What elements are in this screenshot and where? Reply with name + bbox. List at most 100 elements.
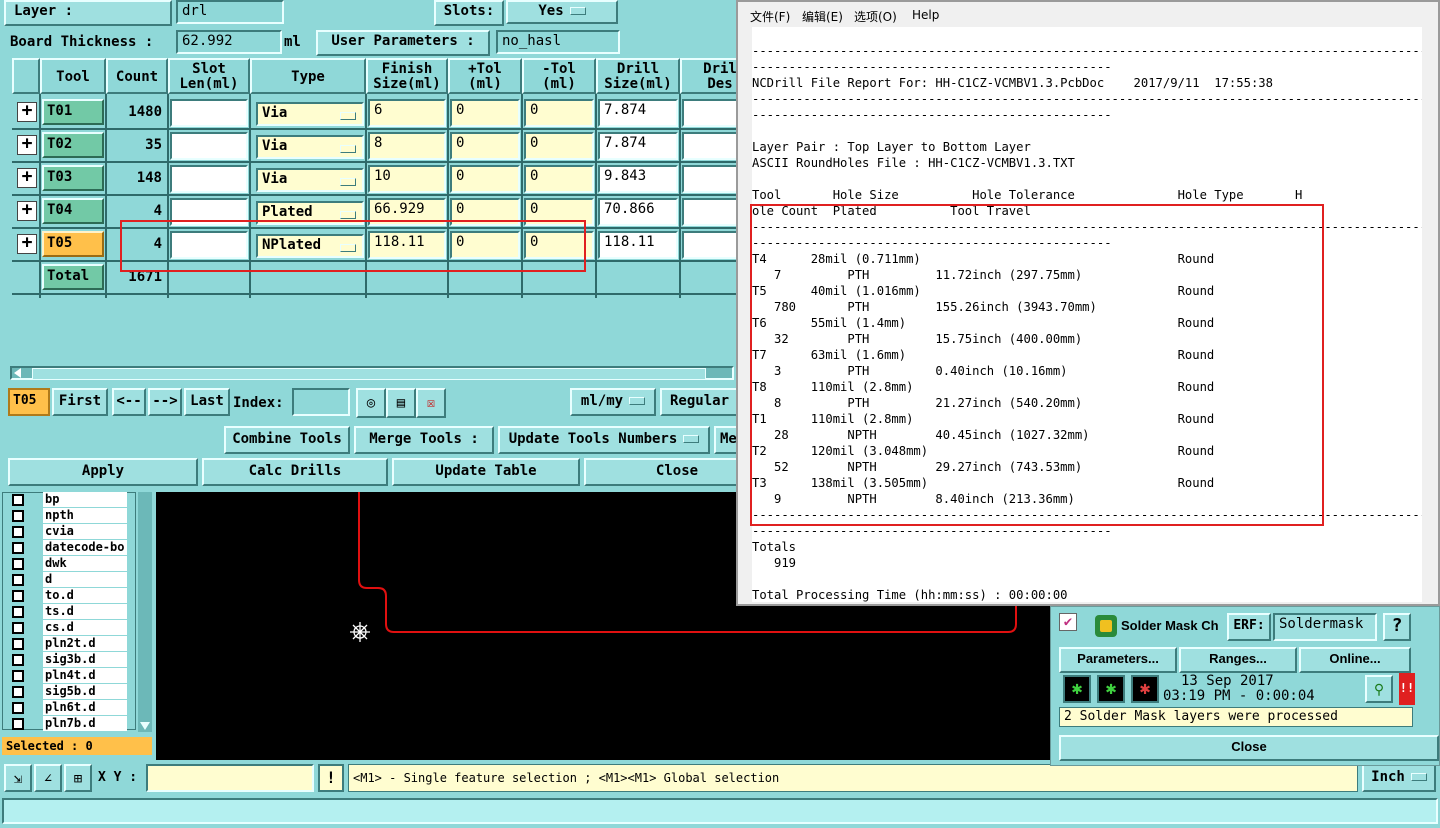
mode-menu[interactable]: Regular [660,388,740,416]
type-menu[interactable]: Via [256,168,364,192]
delete-icon[interactable]: ☒ [416,388,446,418]
layer-list-item[interactable]: sig5b.d [11,684,127,700]
layer-list-item[interactable]: cs.d [11,620,127,636]
finish-size-input[interactable]: 8 [368,132,446,160]
layer-list-item[interactable]: ts.d [11,604,127,620]
error-alert-icon[interactable]: !! [1399,673,1415,705]
alert-icon[interactable]: ! [318,764,344,792]
layer-checkbox[interactable] [12,526,24,538]
layer-checkbox[interactable] [12,558,24,570]
layer-checkbox[interactable] [12,654,24,666]
layer-list-item[interactable]: bp [11,492,127,508]
layer-checkbox[interactable] [12,494,24,506]
run-selected-icon[interactable]: ✱ [1097,675,1125,703]
board-thickness-field[interactable]: 62.992 [176,30,282,54]
xy-field[interactable] [146,764,314,792]
drill-des-input[interactable] [682,165,738,193]
scrollbar-thumb[interactable] [32,368,706,380]
layer-list-item[interactable]: to.d [11,588,127,604]
last-button[interactable]: Last [184,388,230,416]
next-button[interactable]: --> [148,388,182,416]
update-table-button[interactable]: Update Table [392,458,580,486]
layer-list-item[interactable]: pln2t.d [11,636,127,652]
first-button[interactable]: First [52,388,108,416]
index-field[interactable] [292,388,350,416]
zoom-area-icon[interactable]: ⇲ [4,764,32,792]
scroll-left-icon[interactable] [14,368,21,378]
expand-icon[interactable]: + [17,168,37,188]
minus-tol-input[interactable]: 0 [524,99,594,127]
layer-field[interactable]: drl [176,0,284,24]
tool-button[interactable]: T05 [42,231,104,257]
combine-tools-button[interactable]: Combine Tools [224,426,350,454]
plus-tol-input[interactable]: 0 [450,132,520,160]
expand-icon[interactable]: + [17,135,37,155]
user-parameters-button[interactable]: User Parameters : [316,30,490,56]
layer-list-item[interactable]: dwk [11,556,127,572]
parameters-button[interactable]: Parameters... [1059,647,1177,673]
update-tools-numbers-menu[interactable]: Update Tools Numbers [498,426,710,454]
drill-des-input[interactable] [682,132,738,160]
calc-drills-button[interactable]: Calc Drills [202,458,388,486]
layer-list-item[interactable]: datecode-bo [11,540,127,556]
merge-tools-button[interactable]: Merge Tools : [354,426,494,454]
expand-icon[interactable]: + [17,234,37,254]
drill-size-input[interactable]: 70.866 [598,198,678,226]
menu-edit[interactable]: 编辑(E) [802,8,843,25]
tool-button[interactable]: T04 [42,198,104,224]
online-button[interactable]: Online... [1299,647,1411,673]
soldermask-close-button[interactable]: Close [1059,735,1439,761]
slot-length-input[interactable] [170,132,248,160]
layer-checkbox[interactable] [12,622,24,634]
slots-menu[interactable]: Yes [506,0,618,24]
finish-size-input[interactable]: 6 [368,99,446,127]
layer-list-item[interactable]: npth [11,508,127,524]
measure-icon[interactable]: ∠ [34,764,62,792]
layer-checkbox[interactable] [12,542,24,554]
layer-list-item[interactable]: pln6t.d [11,700,127,716]
layer-checkbox[interactable] [12,718,24,730]
ranges-button[interactable]: Ranges... [1179,647,1297,673]
check-mark-icon[interactable]: ✔ [1059,613,1077,631]
layer-checkbox[interactable] [12,510,24,522]
expand-icon[interactable]: + [17,102,37,122]
scroll-down-icon[interactable] [140,722,150,730]
minus-tol-input[interactable]: 0 [524,132,594,160]
layer-checkbox[interactable] [12,702,24,714]
layer-checkbox[interactable] [12,638,24,650]
horizontal-scrollbar[interactable] [10,366,734,380]
layer-checkbox[interactable] [12,606,24,618]
layer-checkbox[interactable] [12,686,24,698]
apply-button[interactable]: Apply [8,458,198,486]
tool-button[interactable]: T01 [42,99,104,125]
layer-list-item[interactable]: pln4t.d [11,668,127,684]
zoom-icon[interactable]: ⚲ [1365,675,1393,703]
layer-checkbox[interactable] [12,590,24,602]
menu-file[interactable]: 文件(F) [750,8,790,25]
user-parameters-field[interactable]: no_hasl [496,30,620,54]
layer-checkbox[interactable] [12,670,24,682]
units-menu[interactable]: ml/my [570,388,656,416]
prev-button[interactable]: <-- [112,388,146,416]
stop-icon[interactable]: ✱ [1131,675,1159,703]
plus-tol-input[interactable]: 0 [450,165,520,193]
slot-length-input[interactable] [170,165,248,193]
layer-checkbox[interactable] [12,574,24,586]
drill-size-input[interactable]: 118.11 [598,231,678,259]
type-menu[interactable]: Via [256,102,364,126]
grid-snap-icon[interactable]: ⊞ [64,764,92,792]
layer-list-item[interactable]: cvia [11,524,127,540]
menu-help[interactable]: Help [912,8,939,22]
expand-icon[interactable]: + [17,201,37,221]
type-menu[interactable]: Via [256,135,364,159]
drill-size-input[interactable]: 7.874 [598,132,678,160]
drill-des-input[interactable] [682,198,738,226]
layer-list-item[interactable]: sig3b.d [11,652,127,668]
drill-size-input[interactable]: 9.843 [598,165,678,193]
run-icon[interactable]: ✱ [1063,675,1091,703]
drill-des-input[interactable] [682,99,738,127]
layer-list-item[interactable]: d [11,572,127,588]
layer-list-scrollbar[interactable] [138,492,152,732]
finish-size-input[interactable]: 10 [368,165,446,193]
minus-tol-input[interactable]: 0 [524,165,594,193]
